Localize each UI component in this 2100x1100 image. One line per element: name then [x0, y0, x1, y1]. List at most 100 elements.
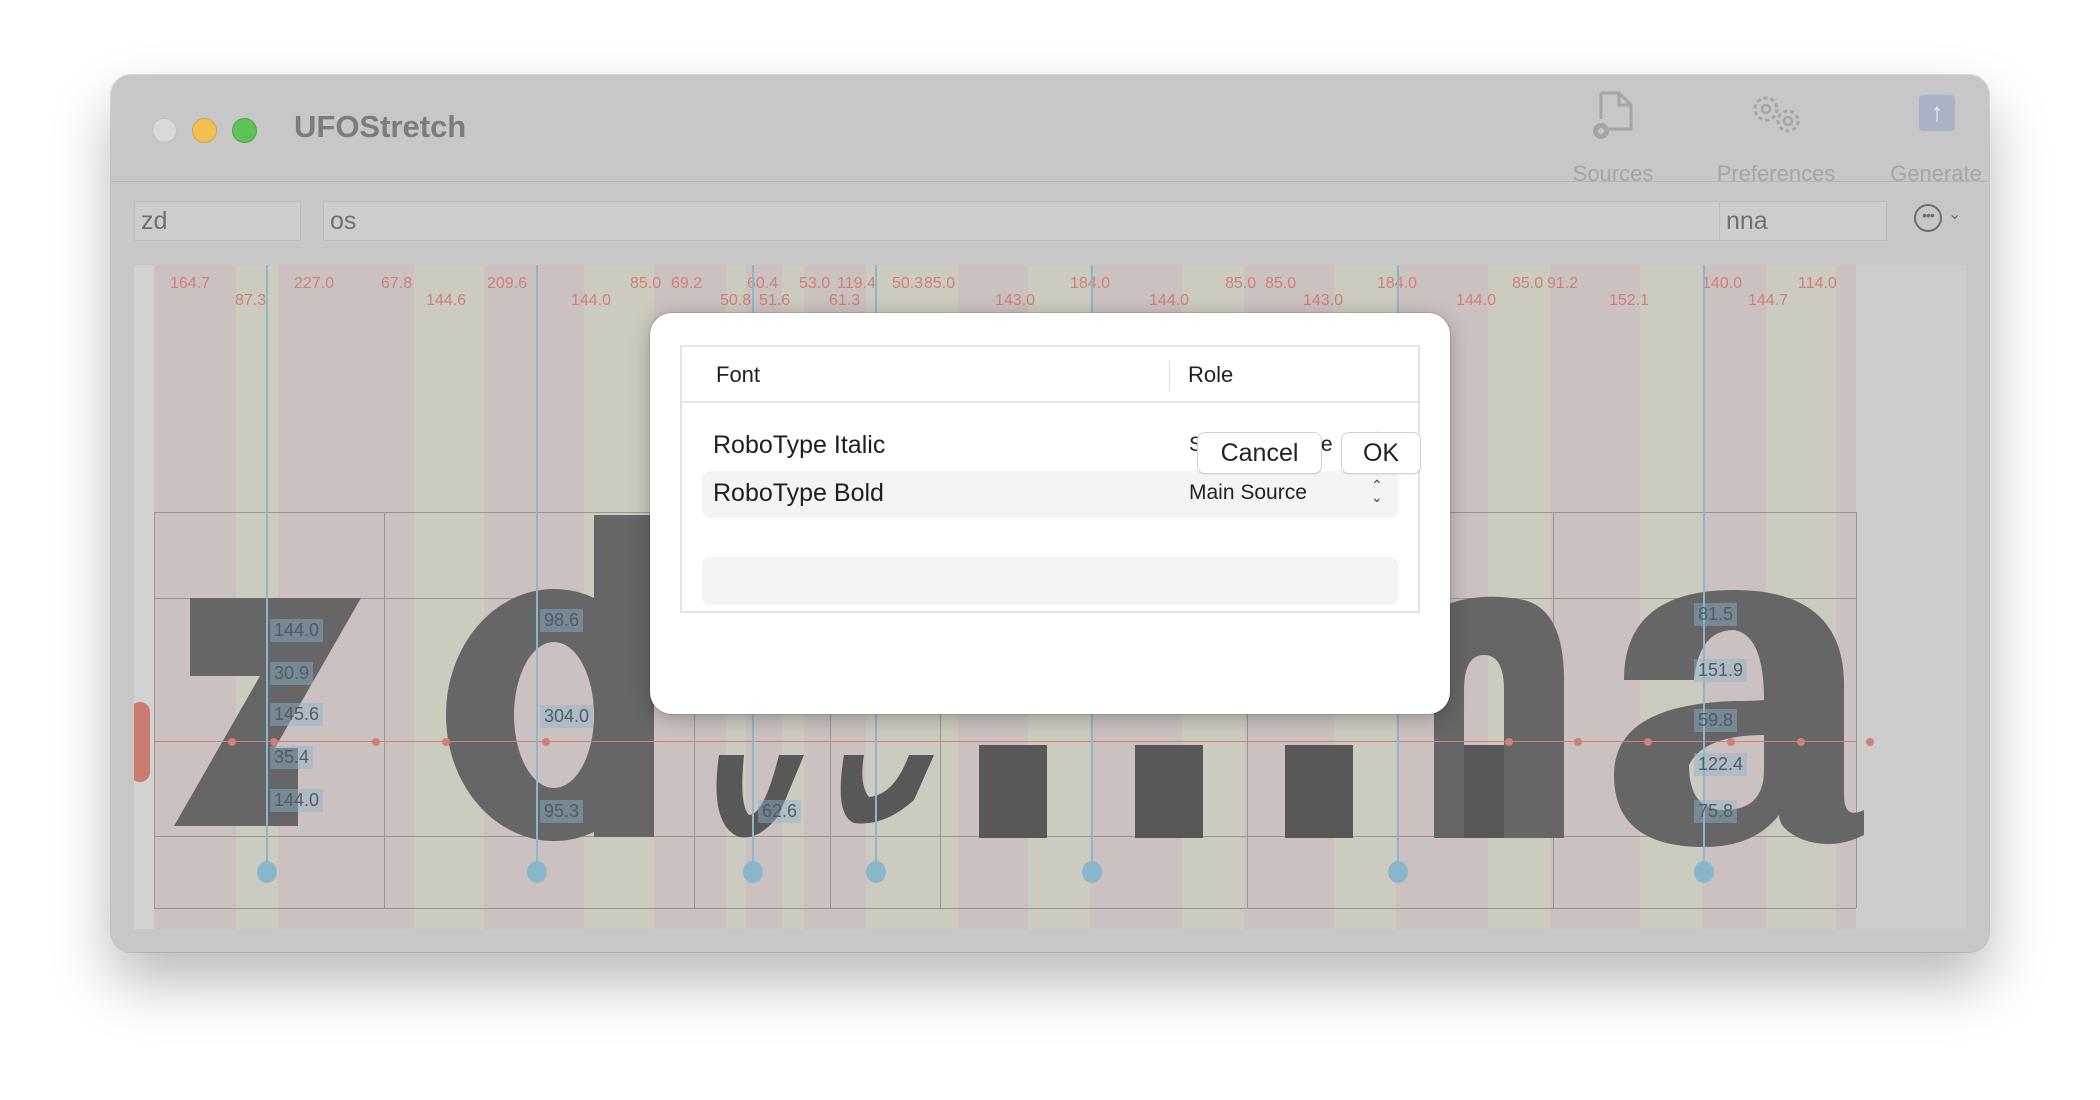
measurement-line[interactable] — [154, 741, 1856, 742]
measurement-label: 62.6 — [758, 800, 802, 823]
measurement-line-handle[interactable] — [134, 702, 150, 782]
ok-button[interactable]: OK — [1341, 432, 1421, 474]
measure-line-handle[interactable] — [527, 861, 547, 883]
measure-line-handle[interactable] — [1388, 861, 1408, 883]
intersection-dot — [442, 738, 450, 746]
metric-value: 144.0 — [1149, 292, 1190, 309]
metric-value: 143.0 — [1303, 292, 1344, 309]
metric-value: 85.0 — [1265, 275, 1297, 292]
generate-label: Generate — [1890, 161, 1982, 186]
measure-line-handle[interactable] — [257, 861, 277, 883]
measurement-label: 81.5 — [1694, 603, 1738, 626]
measurement-label: 144.0 — [270, 789, 324, 812]
intersection-dot — [372, 738, 380, 746]
glyph-s-partial — [840, 755, 934, 824]
metric-value: 114.0 — [1798, 275, 1837, 292]
glyph-a — [1614, 590, 1864, 847]
measurement-label: 30.9 — [270, 662, 314, 685]
metric-value: 51.6 — [759, 292, 791, 309]
metric-value: 85.0 — [924, 275, 956, 292]
measurement-label: 145.6 — [270, 703, 324, 726]
measure-line-handle[interactable] — [1082, 861, 1102, 883]
metric-value: 85.0 — [1512, 275, 1544, 292]
role-select[interactable]: Main Source — [1189, 481, 1307, 505]
canvas-left-gutter — [134, 265, 154, 929]
header-divider — [682, 401, 1418, 403]
metric-value: 69.2 — [671, 275, 703, 292]
glyph-n-stem — [1135, 745, 1203, 838]
window-title: UFOStretch — [294, 109, 467, 144]
maximize-window-button[interactable] — [232, 118, 257, 143]
metric-value: 144.7 — [1748, 292, 1789, 309]
measure-line[interactable] — [536, 265, 538, 865]
cancel-button[interactable]: Cancel — [1197, 432, 1322, 474]
measure-line-handle[interactable] — [866, 861, 886, 883]
intersection-dot — [1797, 738, 1805, 746]
measurement-label: 59.8 — [1694, 709, 1738, 732]
chevron-down-icon: ⌄ — [1948, 206, 1962, 223]
metric-value: 143.0 — [995, 292, 1036, 309]
metric-value: 67.8 — [381, 275, 413, 292]
right-context-input[interactable]: nna — [1719, 201, 1887, 241]
font-name: RoboType Italic — [713, 431, 886, 459]
intersection-dot — [1505, 738, 1513, 746]
ellipsis-icon: ••• — [1914, 204, 1942, 232]
minimize-window-button[interactable] — [192, 118, 217, 143]
updown-chevron-icon[interactable]: ⌃⌄ — [1371, 478, 1383, 504]
sources-label: Sources — [1572, 161, 1654, 186]
glyph-d — [446, 515, 654, 841]
measurement-label: 304.0 — [540, 705, 594, 728]
measure-line[interactable] — [266, 265, 268, 865]
metric-value: 87.3 — [235, 292, 267, 309]
left-context-input[interactable]: zd — [134, 201, 301, 241]
glyphs-input[interactable]: os — [323, 201, 1808, 241]
more-options-button[interactable]: ••• ⌄ — [1914, 204, 1974, 234]
metric-value: 209.6 — [487, 275, 528, 292]
metric-value: 85.0 — [1225, 275, 1257, 292]
metric-value: 91.2 — [1547, 275, 1579, 292]
metric-value: 50.8 — [720, 292, 752, 309]
measurement-label: 98.6 — [540, 609, 584, 632]
metric-value: 61.3 — [829, 292, 861, 309]
glyph-o-partial — [716, 755, 804, 838]
glyph-n-stem — [1285, 745, 1353, 838]
metric-value: 144.0 — [1456, 292, 1497, 309]
metric-value: 85.0 — [630, 275, 662, 292]
sources-table: Font Role RoboType Italic Second Source … — [680, 345, 1420, 613]
font-name: RoboType Bold — [713, 479, 884, 507]
metric-value: 164.7 — [170, 275, 211, 292]
measurement-label: 144.0 — [270, 619, 324, 642]
measure-line-handle[interactable] — [743, 861, 763, 883]
metric-value: 119.4 — [837, 275, 876, 292]
intersection-dot — [1866, 738, 1874, 746]
measurement-label: 75.8 — [1694, 800, 1738, 823]
metric-value: 227.0 — [294, 275, 335, 292]
preferences-label: Preferences — [1716, 161, 1836, 186]
table-row-selected[interactable]: RoboType Bold Main Source ⌃ ⌄ — [702, 471, 1398, 518]
glyph-n — [1434, 596, 1564, 838]
upload-arrow-icon: ↑ — [1919, 95, 1955, 131]
title-bar: UFOStretch Sources Preferences ↑ Generat… — [111, 75, 1989, 186]
intersection-dot — [228, 738, 236, 746]
document-gear-icon — [1593, 91, 1633, 139]
metric-value: 53.0 — [799, 275, 831, 292]
glyph-boundary — [154, 512, 155, 908]
sources-dialog: Font Role RoboType Italic Second Source … — [650, 313, 1450, 714]
metric-value: 140.0 — [1702, 275, 1743, 292]
close-window-button[interactable] — [152, 118, 177, 143]
intersection-dot — [542, 738, 550, 746]
intersection-dot — [270, 738, 278, 746]
metric-value: 152.1 — [1609, 292, 1650, 309]
metric-value: 50.3 — [892, 275, 924, 292]
measurement-label: 35.4 — [270, 746, 314, 769]
column-header-font[interactable]: Font — [716, 347, 760, 403]
gears-icon — [1753, 96, 1800, 133]
intersection-dot — [1727, 738, 1735, 746]
column-separator[interactable] — [1169, 361, 1170, 391]
glyph-n-stem — [979, 745, 1047, 838]
empty-table-row[interactable] — [702, 557, 1398, 605]
measure-line-handle[interactable] — [1694, 861, 1714, 883]
measurement-label: 151.9 — [1694, 659, 1748, 682]
column-header-role[interactable]: Role — [1188, 347, 1233, 403]
intersection-dot — [1574, 738, 1582, 746]
